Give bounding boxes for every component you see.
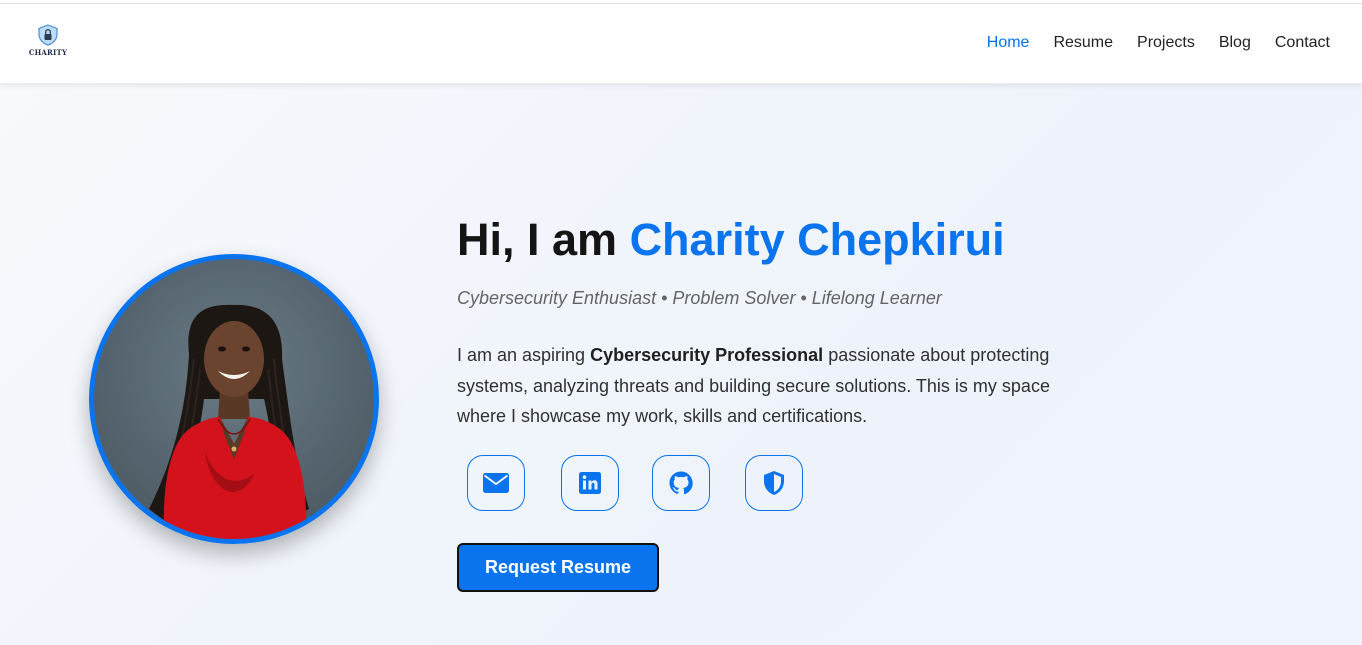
github-icon xyxy=(669,471,693,495)
main-nav: Home Resume Projects Blog Contact xyxy=(963,32,1330,54)
logo-text: CHARITY xyxy=(28,48,68,57)
hero-name: Charity Chepkirui xyxy=(629,214,1005,265)
nav-blog[interactable]: Blog xyxy=(1219,32,1251,54)
intro-part1: I am an aspiring xyxy=(457,345,591,365)
linkedin-button[interactable] xyxy=(561,455,619,511)
site-logo[interactable]: CHARITY xyxy=(28,24,68,60)
nav-projects[interactable]: Projects xyxy=(1137,32,1195,54)
security-badge-button[interactable] xyxy=(745,455,803,511)
github-button[interactable] xyxy=(652,455,710,511)
shield-icon xyxy=(764,471,784,495)
nav-contact[interactable]: Contact xyxy=(1275,32,1330,54)
hero-intro: I am an aspiring Cybersecurity Professio… xyxy=(457,340,1067,432)
profile-illustration xyxy=(149,304,309,539)
greeting-text: Hi, I am xyxy=(457,214,630,265)
site-header: CHARITY Home Resume Projects Blog Contac… xyxy=(0,4,1362,84)
nav-home[interactable]: Home xyxy=(987,32,1030,54)
nav-resume[interactable]: Resume xyxy=(1053,32,1113,54)
email-button[interactable] xyxy=(467,455,525,511)
intro-bold: Cybersecurity Professional xyxy=(590,345,824,365)
hero-heading: Hi, I am Charity Chepkirui xyxy=(457,214,1005,266)
profile-photo xyxy=(89,254,379,544)
linkedin-icon xyxy=(579,472,601,494)
envelope-icon xyxy=(483,473,509,493)
hero-section: Hi, I am Charity Chepkirui Cybersecurity… xyxy=(0,84,1362,645)
request-resume-button[interactable]: Request Resume xyxy=(457,543,659,592)
hero-subtitle: Cybersecurity Enthusiast • Problem Solve… xyxy=(457,288,942,308)
shield-lock-icon xyxy=(38,24,58,46)
